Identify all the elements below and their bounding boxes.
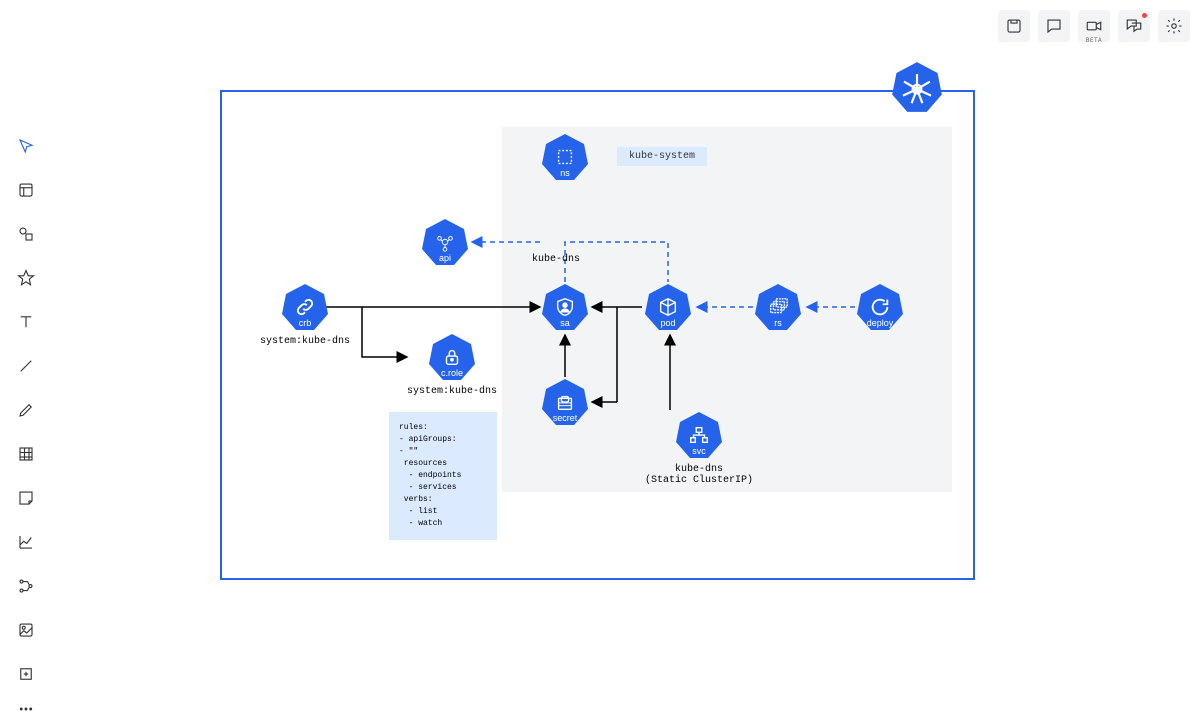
text-icon [17, 313, 35, 331]
note-icon [1005, 17, 1023, 35]
node-caption: kube-dns (Static ClusterIP) [645, 464, 753, 486]
refresh-icon [869, 296, 891, 318]
pen-icon [17, 401, 35, 419]
rules-box[interactable]: rules: - apiGroups: - "" resources - end… [389, 412, 497, 540]
line-icon [17, 357, 35, 375]
diagram-frame[interactable]: kube-system ns [220, 90, 975, 580]
frame-icon [17, 665, 35, 683]
gear-icon [1165, 17, 1183, 35]
api-icon [434, 231, 456, 253]
node-rs[interactable]: rs [753, 282, 803, 332]
node-label: api [439, 253, 451, 263]
node-label: sa [560, 318, 570, 328]
sa-caption: kube-dns [532, 254, 580, 265]
settings-button[interactable] [1158, 10, 1190, 42]
chart-tool[interactable] [10, 526, 42, 558]
video-icon [1085, 17, 1103, 35]
lock-icon [441, 346, 463, 368]
secret-icon [554, 391, 576, 413]
video-button[interactable]: BETA [1078, 10, 1110, 42]
namespace-icon [554, 146, 576, 168]
node-crole[interactable]: c.role system:kube-dns [407, 332, 497, 397]
node-label: ns [560, 168, 570, 178]
cursor-icon [17, 137, 35, 155]
table-tool[interactable] [10, 438, 42, 470]
node-label: rs [774, 318, 782, 328]
chart-icon [17, 533, 35, 551]
text-tool[interactable] [10, 306, 42, 338]
image-icon [17, 621, 35, 639]
beta-badge: BETA [1086, 37, 1102, 44]
chat-button[interactable] [1118, 10, 1150, 42]
node-caption: system:kube-dns [260, 336, 350, 347]
shapes-icon [17, 225, 35, 243]
top-toolbar: BETA [998, 10, 1190, 42]
node-ns[interactable]: ns [540, 132, 590, 182]
frame-tool[interactable] [10, 658, 42, 690]
star-icon [17, 269, 35, 287]
replicas-icon [767, 296, 789, 318]
cursor-tool[interactable] [10, 130, 42, 162]
line-tool[interactable] [10, 350, 42, 382]
connector-icon [17, 577, 35, 595]
notes-button[interactable] [998, 10, 1030, 42]
service-icon [688, 424, 710, 446]
kubernetes-logo[interactable] [890, 60, 944, 114]
node-label: svc [692, 446, 706, 456]
node-secret[interactable]: secret [540, 377, 590, 427]
node-svc[interactable]: svc kube-dns (Static ClusterIP) [645, 410, 753, 486]
node-label: deploy [867, 318, 894, 328]
node-api[interactable]: api [420, 217, 470, 267]
node-caption: system:kube-dns [407, 386, 497, 397]
namespace-label: kube-system [617, 147, 707, 166]
node-label: c.role [441, 368, 463, 378]
comment-button[interactable] [1038, 10, 1070, 42]
pen-tool[interactable] [10, 394, 42, 426]
notification-dot [1142, 13, 1147, 18]
node-sa[interactable]: sa [540, 282, 590, 332]
favorite-tool[interactable] [10, 262, 42, 294]
more-tools[interactable]: ••• [10, 702, 42, 718]
node-pod[interactable]: pod [643, 282, 693, 332]
sticky-tool[interactable] [10, 482, 42, 514]
node-label: secret [553, 413, 578, 423]
cube-icon [657, 296, 679, 318]
sticky-icon [17, 489, 35, 507]
connector-tool[interactable] [10, 570, 42, 602]
table-icon [17, 445, 35, 463]
shapes-tool[interactable] [10, 218, 42, 250]
node-label: crb [299, 318, 312, 328]
node-crb[interactable]: crb system:kube-dns [260, 282, 350, 347]
link-icon [294, 296, 316, 318]
node-label: pod [660, 318, 675, 328]
chat-icon [1125, 17, 1143, 35]
image-tool[interactable] [10, 614, 42, 646]
template-tool[interactable] [10, 174, 42, 206]
template-icon [17, 181, 35, 199]
comment-icon [1045, 17, 1063, 35]
user-shield-icon [554, 296, 576, 318]
node-deploy[interactable]: deploy [855, 282, 905, 332]
